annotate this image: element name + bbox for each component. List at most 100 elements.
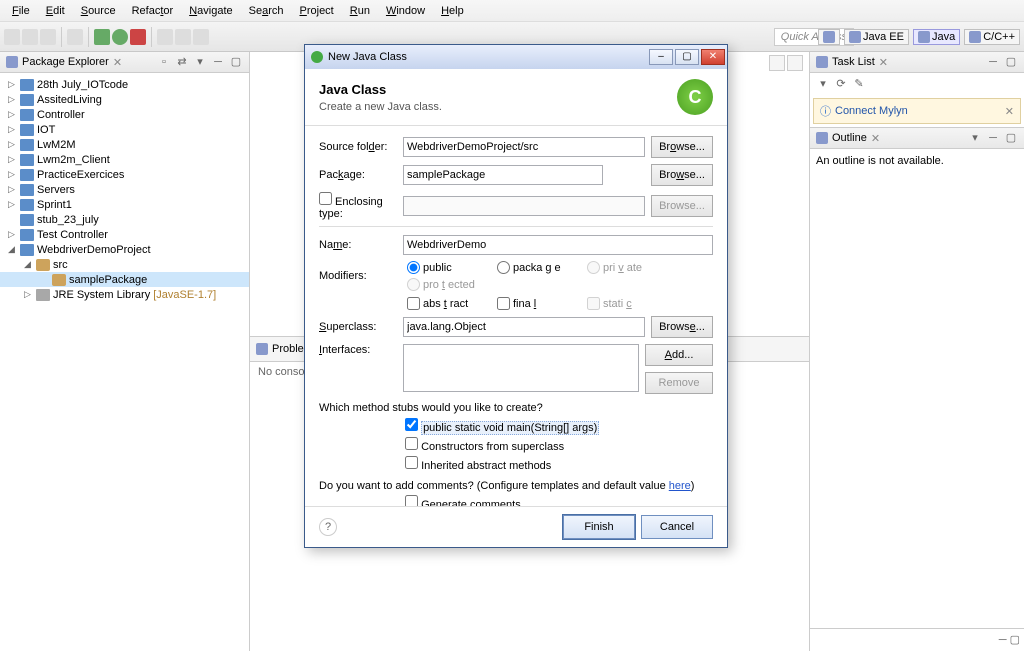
tree-item[interactable]: ▷JRE System Library [JavaSE-1.7]: [0, 287, 249, 302]
connect-mylyn-link[interactable]: Connect Mylyn: [835, 105, 908, 117]
menu-file[interactable]: File: [4, 3, 38, 19]
outline-max-icon[interactable]: ▢: [1004, 131, 1018, 145]
tree-item[interactable]: ▷IOT: [0, 122, 249, 137]
enclosing-type-label[interactable]: Enclosing type:: [319, 192, 397, 220]
max-icon[interactable]: ▢: [1004, 55, 1018, 69]
tree-twisty-icon[interactable]: ▷: [6, 184, 17, 195]
run-ext-icon[interactable]: [130, 29, 146, 45]
mod-abstract[interactable]: abstract: [407, 297, 485, 310]
right-max-icon[interactable]: ▢: [1010, 634, 1020, 646]
close-banner-icon[interactable]: ✕: [1005, 105, 1014, 118]
dialog-titlebar[interactable]: New Java Class – ▢ ✕: [305, 45, 727, 69]
tree-twisty-icon[interactable]: ▷: [6, 139, 17, 150]
generate-comments[interactable]: Generate comments: [405, 495, 713, 506]
new-icon[interactable]: [4, 29, 20, 45]
dialog-minimize-button[interactable]: –: [649, 49, 673, 65]
tree-twisty-icon[interactable]: ◢: [22, 259, 33, 270]
mod-public[interactable]: public: [407, 261, 485, 274]
debug-icon[interactable]: [94, 29, 110, 45]
new-pkg-icon[interactable]: [157, 29, 173, 45]
package-tree[interactable]: ▷28th July_IOTcode▷AssitedLiving▷Control…: [0, 73, 249, 651]
tree-item[interactable]: ▷Controller: [0, 107, 249, 122]
dialog-maximize-button[interactable]: ▢: [675, 49, 699, 65]
tree-item[interactable]: ◢WebdriverDemoProject: [0, 242, 249, 257]
open-perspective-button[interactable]: [818, 29, 840, 45]
help-button[interactable]: ?: [319, 518, 337, 536]
tree-twisty-icon[interactable]: ▷: [6, 169, 17, 180]
task-new-icon[interactable]: ▾: [816, 77, 830, 91]
source-folder-browse-button[interactable]: Browse...: [651, 136, 713, 158]
link-editor-icon[interactable]: ⇄: [175, 55, 189, 69]
connect-mylyn-banner[interactable]: ⓘ Connect Mylyn ✕: [813, 98, 1021, 124]
tree-item[interactable]: ▷28th July_IOTcode: [0, 77, 249, 92]
tree-item[interactable]: ▷Lwm2m_Client: [0, 152, 249, 167]
menu-run[interactable]: Run: [342, 3, 378, 19]
menu-edit[interactable]: Edit: [38, 3, 73, 19]
save-icon[interactable]: [22, 29, 38, 45]
package-input[interactable]: [403, 165, 603, 185]
perspective-java[interactable]: Java: [913, 29, 960, 45]
menu-source[interactable]: Source: [73, 3, 124, 19]
tree-item[interactable]: ▷Sprint1: [0, 197, 249, 212]
interfaces-add-button[interactable]: Add...: [645, 344, 713, 366]
stub-main[interactable]: public static void main(String[] args): [405, 418, 713, 434]
min-icon[interactable]: ─: [986, 55, 1000, 69]
collapse-icon[interactable]: ▫: [157, 55, 171, 69]
superclass-browse-button[interactable]: Browse...: [651, 316, 713, 338]
perspective-javaee[interactable]: Java EE: [844, 29, 909, 45]
open-type-icon[interactable]: [193, 29, 209, 45]
cancel-button[interactable]: Cancel: [641, 515, 713, 539]
menu-help[interactable]: Help: [433, 3, 472, 19]
menu-window[interactable]: Window: [378, 3, 433, 19]
save-all-icon[interactable]: [40, 29, 56, 45]
enclosing-type-checkbox[interactable]: [319, 192, 332, 205]
editor-minimize-icon[interactable]: [769, 55, 785, 71]
tree-item[interactable]: samplePackage: [0, 272, 249, 287]
interfaces-list[interactable]: [403, 344, 639, 392]
minimize-icon[interactable]: ─: [211, 55, 225, 69]
mod-final[interactable]: final: [497, 297, 575, 310]
problems-tab[interactable]: Proble: [272, 343, 304, 355]
mod-package[interactable]: package: [497, 261, 575, 274]
tree-item[interactable]: ▷LwM2M: [0, 137, 249, 152]
menu-search[interactable]: Search: [241, 3, 292, 19]
tree-item[interactable]: ▷Servers: [0, 182, 249, 197]
tree-item[interactable]: stub_23_july: [0, 212, 249, 227]
tree-item[interactable]: ▷AssitedLiving: [0, 92, 249, 107]
editor-maximize-icon[interactable]: [787, 55, 803, 71]
name-input[interactable]: [403, 235, 713, 255]
tree-twisty-icon[interactable]: ◢: [6, 244, 17, 255]
build-icon[interactable]: [67, 29, 83, 45]
stub-constructors[interactable]: Constructors from superclass: [405, 437, 713, 453]
outline-min-icon[interactable]: ─: [986, 131, 1000, 145]
tree-twisty-icon[interactable]: ▷: [22, 289, 33, 300]
tree-twisty-icon[interactable]: ▷: [6, 79, 17, 90]
comments-here-link[interactable]: here: [669, 480, 691, 492]
outline-menu-icon[interactable]: ▾: [968, 131, 982, 145]
menu-refactor[interactable]: Refactor: [124, 3, 182, 19]
run-icon[interactable]: [112, 29, 128, 45]
stub-abstract[interactable]: Inherited abstract methods: [405, 456, 713, 472]
maximize-icon[interactable]: ▢: [229, 55, 243, 69]
source-folder-input[interactable]: [403, 137, 645, 157]
tree-item[interactable]: ▷PracticeExercices: [0, 167, 249, 182]
right-min-icon[interactable]: ─: [999, 634, 1007, 646]
tree-item[interactable]: ◢src: [0, 257, 249, 272]
tree-twisty-icon[interactable]: ▷: [6, 154, 17, 165]
tree-twisty-icon[interactable]: ▷: [6, 199, 17, 210]
finish-button[interactable]: Finish: [563, 515, 635, 539]
superclass-input[interactable]: [403, 317, 645, 337]
task-sync-icon[interactable]: ⟳: [834, 77, 848, 91]
tree-twisty-icon[interactable]: ▷: [6, 124, 17, 135]
tree-twisty-icon[interactable]: ▷: [6, 229, 17, 240]
dialog-close-button[interactable]: ✕: [701, 49, 725, 65]
perspective-cpp[interactable]: C/C++: [964, 29, 1020, 45]
view-menu-icon[interactable]: ▾: [193, 55, 207, 69]
tree-twisty-icon[interactable]: ▷: [6, 109, 17, 120]
task-filter-icon[interactable]: ✎: [852, 77, 866, 91]
menu-navigate[interactable]: Navigate: [181, 3, 240, 19]
new-class-icon[interactable]: [175, 29, 191, 45]
tree-item[interactable]: ▷Test Controller: [0, 227, 249, 242]
menu-project[interactable]: Project: [292, 3, 342, 19]
package-browse-button[interactable]: Browse...: [651, 164, 713, 186]
